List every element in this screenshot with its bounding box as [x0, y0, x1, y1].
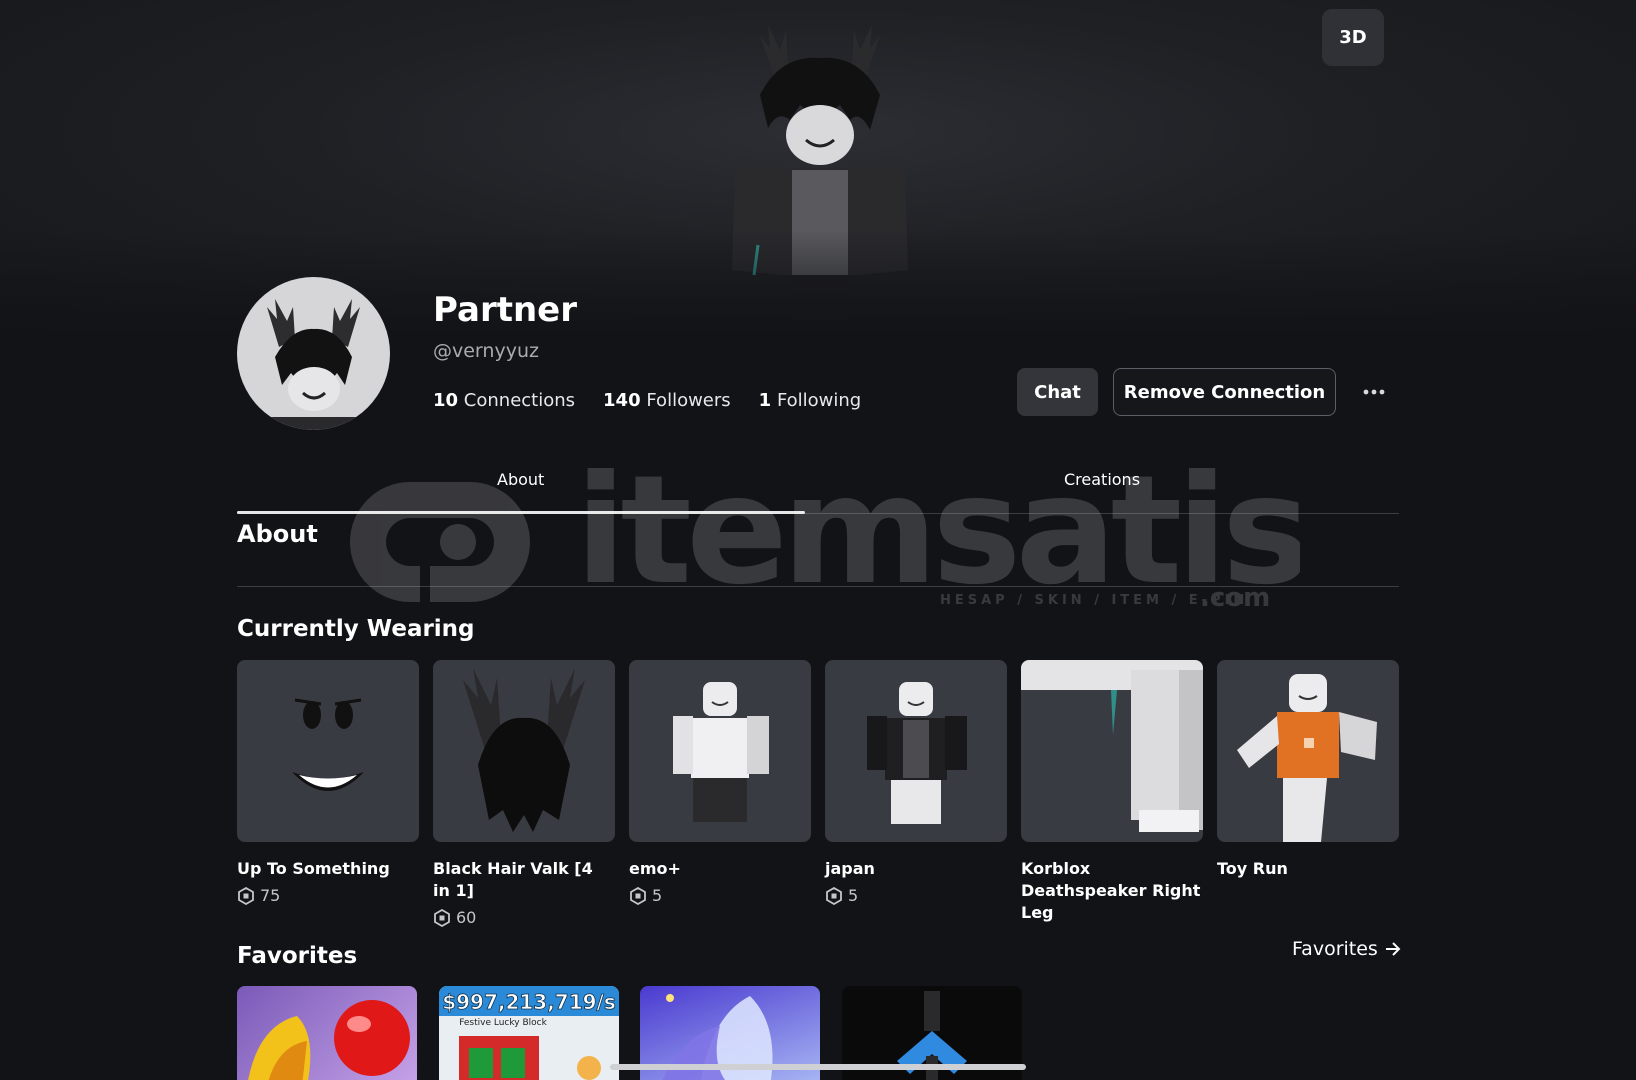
svg-text:itemsatis: itemsatis — [575, 462, 1300, 618]
smile-face-icon — [292, 698, 364, 791]
game-art-dragon — [248, 1000, 410, 1080]
wearing-item[interactable]: emo+ 5 — [629, 660, 811, 905]
tab-about[interactable]: About — [497, 470, 544, 489]
stat-following[interactable]: 1 Following — [759, 390, 862, 411]
wearing-item[interactable]: japan 5 — [825, 660, 1007, 905]
game-art-lucky-block: $997,213,719/s Festive Lucky Block — [439, 986, 619, 1080]
item-name: japan — [825, 859, 875, 878]
tab-active-indicator — [237, 511, 805, 514]
toy-run-animation-icon — [1237, 674, 1377, 842]
horizontal-scrollbar[interactable] — [610, 1064, 1026, 1070]
avatar-headshot — [250, 299, 377, 430]
tab-creations[interactable]: Creations — [1064, 470, 1140, 489]
chat-button[interactable]: Chat — [1017, 368, 1098, 416]
robux-icon — [826, 886, 842, 905]
favorites-see-all-link[interactable]: Favorites — [1292, 938, 1402, 960]
robux-icon — [238, 886, 254, 905]
robux-icon — [434, 908, 450, 927]
more-options-button[interactable] — [1352, 372, 1396, 412]
item-price: 60 — [433, 908, 615, 927]
favorite-game-thumbnail[interactable] — [237, 986, 417, 1080]
about-heading: About — [237, 520, 318, 548]
item-price: 75 — [237, 886, 419, 905]
avatar[interactable] — [237, 277, 390, 430]
item-thumbnail — [629, 660, 811, 842]
item-thumbnail — [237, 660, 419, 842]
ellipsis-icon — [1363, 389, 1385, 395]
item-name: emo+ — [629, 859, 681, 878]
currently-wearing-heading: Currently Wearing — [237, 616, 475, 642]
svg-text:.com: .com — [1200, 583, 1270, 613]
itemsatis-watermark: itemsatis HESAP / SKIN / ITEM / E-PIN .c… — [350, 462, 1300, 618]
item-price: 5 — [825, 886, 1007, 905]
about-divider — [237, 586, 1399, 587]
wearing-item[interactable]: Up To Something 75 — [237, 660, 419, 905]
svg-text:HESAP / SKIN / ITEM / E-PIN: HESAP / SKIN / ITEM / E-PIN — [940, 593, 1248, 608]
item-thumbnail — [1217, 660, 1399, 842]
korblox-leg-icon — [1021, 660, 1203, 832]
profile-stats: 10 Connections 140 Followers 1 Following — [433, 390, 861, 411]
jacket-outfit-icon — [867, 682, 967, 824]
item-name: Up To Something — [237, 859, 390, 878]
item-thumbnail — [825, 660, 1007, 842]
svg-text:Festive Lucky Block: Festive Lucky Block — [459, 1018, 547, 1028]
toggle-3d-button[interactable]: 3D — [1322, 9, 1384, 66]
wearing-item[interactable]: Black Hair Valk [4 in 1] 60 — [433, 660, 615, 927]
item-thumbnail — [433, 660, 615, 842]
arrow-right-icon — [1385, 942, 1401, 956]
username: @vernyyuz — [433, 340, 539, 362]
svg-text:$997,213,719/s: $997,213,719/s — [442, 990, 616, 1014]
item-name: Toy Run — [1217, 859, 1288, 878]
favorites-heading: Favorites — [237, 943, 358, 969]
item-thumbnail — [1021, 660, 1203, 842]
display-name: Partner — [433, 290, 578, 330]
stat-followers[interactable]: 140 Followers — [603, 390, 731, 411]
avatar-bundle-icon — [673, 682, 769, 822]
wearing-item[interactable]: Toy Run — [1217, 660, 1399, 880]
favorite-game-thumbnail[interactable]: $997,213,719/s Festive Lucky Block — [439, 986, 619, 1080]
item-name: Korblox Deathspeaker Right Leg — [1021, 859, 1201, 922]
wearing-item[interactable]: Korblox Deathspeaker Right Leg — [1021, 660, 1203, 924]
remove-connection-button[interactable]: Remove Connection — [1113, 368, 1336, 416]
robux-icon — [630, 886, 646, 905]
item-price: 5 — [629, 886, 811, 905]
hair-antlers-icon — [463, 668, 585, 832]
item-name: Black Hair Valk [4 in 1] — [433, 859, 593, 900]
stat-connections[interactable]: 10 Connections — [433, 390, 575, 411]
